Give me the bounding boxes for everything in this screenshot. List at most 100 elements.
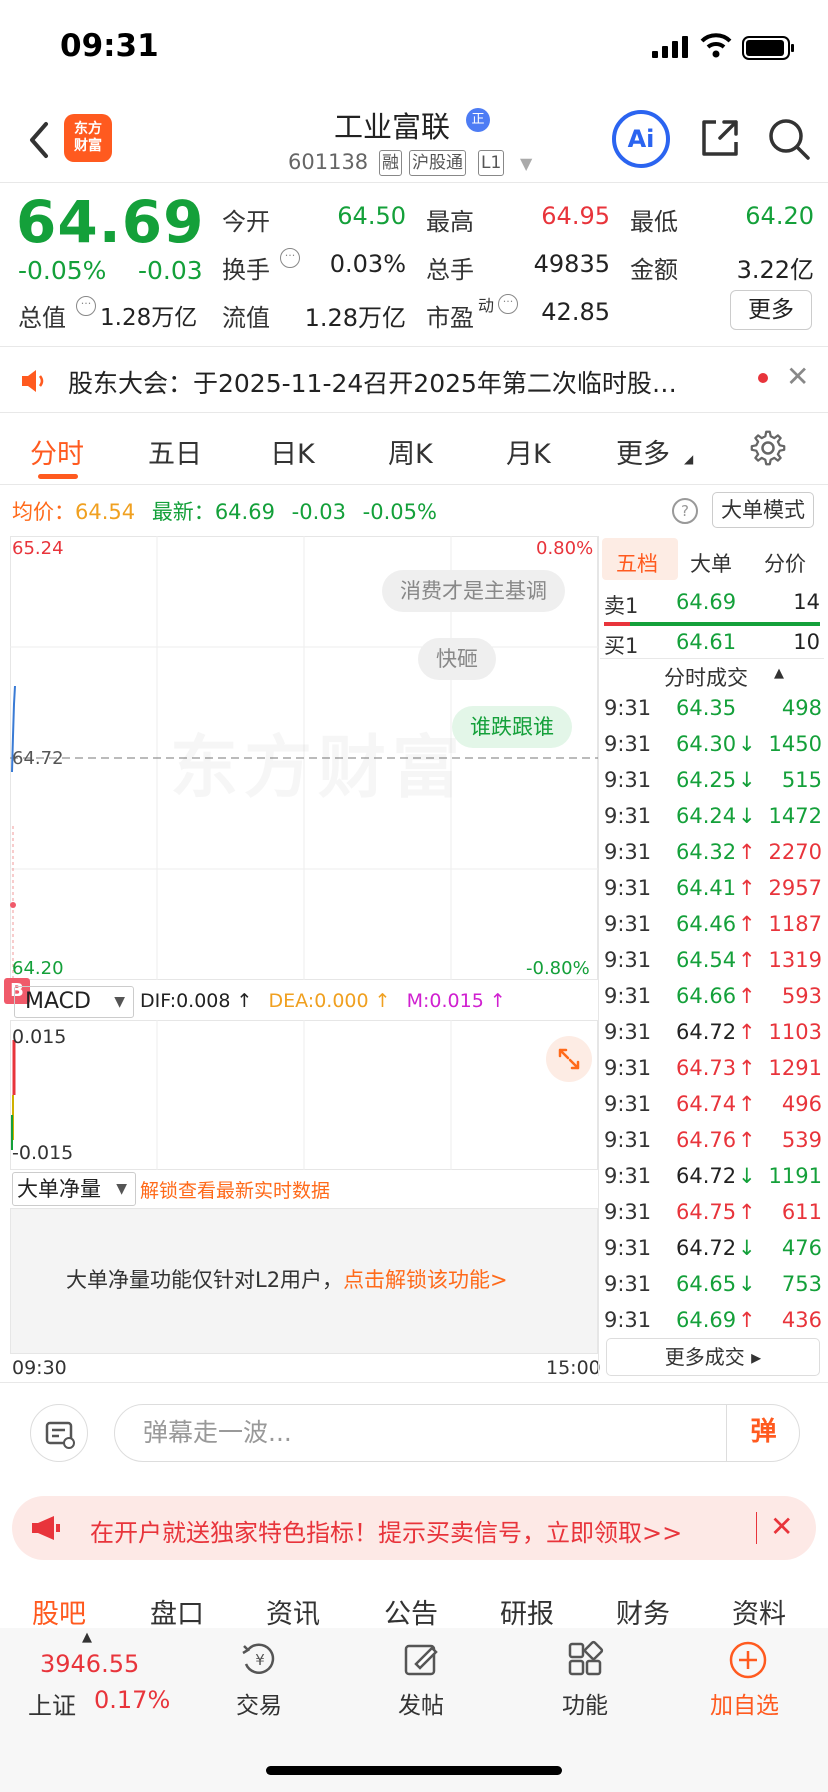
indicator-select-label: MACD [25,989,91,1014]
tick-time: 9:31 [604,1164,652,1188]
danmu-send-button[interactable]: 弹 [726,1404,800,1462]
search-icon[interactable] [766,116,812,162]
trade-icon[interactable]: ¥ [238,1640,282,1680]
big-order-msg-text: 大单净量功能仅针对L2用户， [66,1268,344,1292]
tab-weekly-k[interactable]: 周K [388,432,433,471]
close-icon[interactable]: ✕ [770,1510,793,1543]
help-icon[interactable]: ? [672,498,698,524]
tick-time: 9:31 [604,1308,652,1332]
high-label: 最高 [426,208,474,236]
latest-value: 64.69 [214,500,275,524]
danmu-input[interactable]: 弹幕走一波... [114,1404,800,1462]
sell1-price[interactable]: 64.69 [676,590,736,614]
danmu-settings-button[interactable] [30,1404,88,1462]
caret-down-icon[interactable]: ▼ [520,154,532,173]
tab-announcements[interactable]: 公告 [384,1592,438,1631]
unlock-realtime-link[interactable]: 解锁查看最新实时数据 [140,1176,330,1203]
low-label: 最低 [630,208,678,236]
time-axis-start: 09:30 [12,1357,67,1379]
indicator-select[interactable]: MACD ▼ [14,986,134,1018]
tab-daily-k[interactable]: 日K [270,432,315,471]
big-order-select[interactable]: 大单净量 ▼ [12,1172,136,1206]
tick-time: 9:31 [604,876,652,900]
nav-function-label[interactable]: 功能 [562,1686,608,1720]
index-value[interactable]: 3946.55 [40,1650,139,1678]
arrow-up-icon: ↑ [738,1056,756,1080]
tab-five-level[interactable]: 五档 [616,548,658,578]
arrow-down-icon: ↓ [738,1272,756,1296]
tick-row: 9:31 64.72 ↑ 1103 [604,1020,822,1054]
close-icon[interactable]: ✕ [786,360,809,393]
tick-row: 9:31 64.72 ↓ 476 [604,1236,822,1270]
tick-time: 9:31 [604,1272,652,1296]
danmu-bubble: 消费才是主基调 [382,570,565,612]
megaphone-icon [32,1516,60,1540]
tab-news[interactable]: 资讯 [266,1592,320,1631]
more-trades-button[interactable]: 更多成交 ▸ [606,1338,820,1376]
add-icon[interactable] [728,1640,768,1680]
tab-intraday[interactable]: 分时 [30,432,84,471]
share-icon[interactable] [698,116,742,160]
tab-forum[interactable]: 股吧 [32,1592,86,1631]
nav-trade-label[interactable]: 交易 [236,1686,282,1720]
float-cap-value: 1.28万亿 [304,304,406,332]
pe-label: 市盈 [426,304,474,332]
pct-change: -0.05% [18,256,107,285]
grid-icon[interactable] [566,1640,606,1680]
avg-value: 64.54 [75,500,136,524]
tick-price: 64.72 [676,1236,737,1260]
tab-finance[interactable]: 财务 [616,1592,670,1631]
expand-button[interactable] [546,1036,592,1082]
ticks-title[interactable]: 分时成交 [664,662,748,692]
unread-dot [758,373,768,383]
tick-row: 9:31 64.25 ↓ 515 [604,768,822,802]
pe-sup: 动 [478,296,495,315]
tab-profile[interactable]: 资料 [732,1592,786,1631]
pct-axis-top: 0.80% [536,538,594,559]
wifi-icon [700,33,732,58]
notice-text[interactable]: 股东大会：于2025-11-24召开2025年第二次临时股… [68,364,677,400]
tick-price: 64.41 [676,876,737,900]
compose-icon[interactable] [402,1640,442,1680]
info-dots-icon[interactable]: ··· [280,248,300,268]
danmu-settings-icon [45,1421,75,1449]
amount-value: 3.22亿 [736,256,814,284]
danmu-bubble: 快砸 [418,638,496,680]
tab-monthly-k[interactable]: 月K [506,432,551,471]
ai-button[interactable]: Ai [612,110,670,168]
tab-more[interactable]: 更多 [616,432,670,471]
promo-text[interactable]: 在开户就送独家特色指标！提示买卖信号，立即领取>> [90,1513,682,1548]
tick-price: 64.69 [676,1308,737,1332]
tab-five-day[interactable]: 五日 [148,432,202,471]
macd-y-bottom: -0.015 [12,1142,74,1164]
volume-label: 总手 [426,256,474,284]
caret-down-icon: ▼ [114,994,125,1010]
tab-big-order[interactable]: 大单 [690,548,732,578]
avg-label: 均价： [12,500,75,524]
divider [0,484,828,485]
index-name[interactable]: 上证 [28,1686,76,1721]
index-pct[interactable]: 0.17% [94,1686,170,1714]
nav-post-label[interactable]: 发帖 [398,1686,444,1720]
y-axis-mid: 64.72 [12,748,64,769]
info-dots-icon[interactable]: ··· [76,296,96,316]
divider [0,1382,828,1383]
nav-add-watchlist-label[interactable]: 加自选 [710,1686,779,1720]
more-quote-button[interactable]: 更多 [730,290,812,330]
tab-order-book[interactable]: 盘口 [150,1592,204,1631]
tab-price-dist[interactable]: 分价 [764,548,806,578]
stock-name[interactable]: 工业富联 [334,104,450,146]
unlock-feature-link[interactable]: 点击解锁该功能> [343,1268,508,1292]
tick-time: 9:31 [604,1092,652,1116]
buy1-price[interactable]: 64.61 [676,630,736,654]
buy1-label: 买1 [604,634,639,658]
tick-volume: 2270 [768,840,822,864]
gear-icon[interactable] [750,430,788,468]
big-order-mode-button[interactable]: 大单模式 [712,492,814,528]
tab-research[interactable]: 研报 [500,1592,554,1631]
status-time: 09:31 [60,28,159,64]
arrow-up-icon: ↑ [738,1200,756,1224]
amount-label: 金额 [630,256,678,284]
back-button[interactable] [24,118,54,162]
app-logo[interactable]: 东方 财富 [64,114,112,162]
